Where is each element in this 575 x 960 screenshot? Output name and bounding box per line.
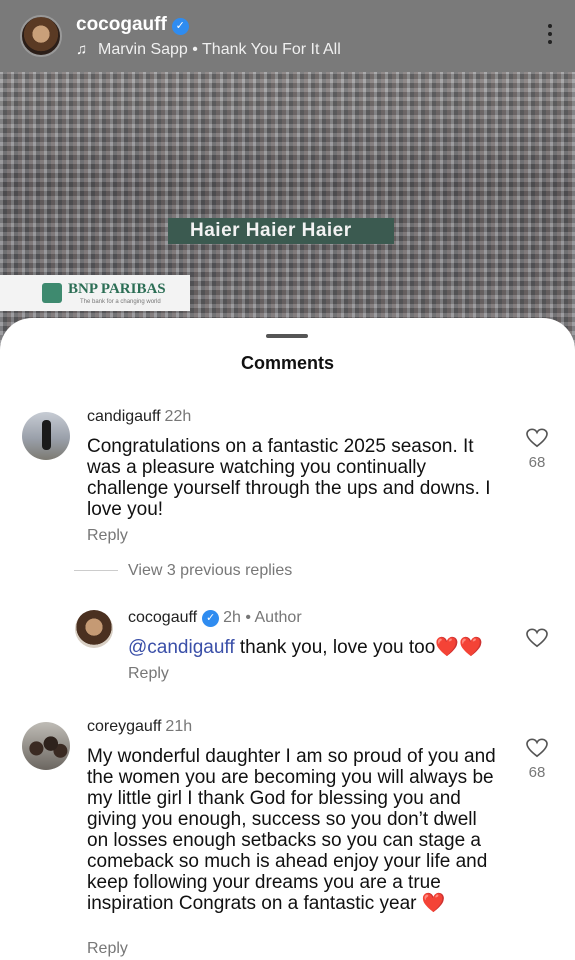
post-header: cocogauff ✓ ♫ Marvin Sapp • Thank You For … [0, 0, 575, 72]
heart-icon [526, 628, 548, 648]
avatar[interactable] [22, 412, 70, 460]
comments-sheet: Comments candigauff 22h Congratulations o… [0, 318, 575, 960]
comment-time: 21h [165, 718, 193, 735]
haier-banner: Haier Haier Haier [168, 218, 394, 244]
comment-username[interactable]: cocogauff [128, 609, 197, 626]
post-author-username[interactable]: cocogauff ✓ [76, 14, 189, 36]
comment-text: My wonderful daughter I am so proud of y… [87, 746, 497, 914]
reply-button[interactable]: Reply [128, 665, 169, 683]
avatar[interactable] [75, 610, 113, 648]
comment-text: Congratulations on a fantastic 2025 seas… [87, 436, 491, 520]
like-count: 68 [528, 454, 546, 471]
bnp-paribas-banner: BNP PARIBAS The bank for a changing worl… [0, 275, 190, 311]
mention-link[interactable]: @candigauff [128, 637, 235, 658]
reply-text: thank you, love you too [234, 637, 436, 658]
heart-icon [526, 738, 548, 758]
comment-body: My wonderful daughter I am so proud of y… [87, 746, 496, 914]
replies-divider [74, 570, 118, 572]
post-music-link[interactable]: ♫ Marvin Sapp • Thank You For It All [76, 41, 341, 59]
heart-emoji: ❤️ [421, 893, 446, 914]
music-note-icon: ♫ [76, 41, 88, 58]
like-button[interactable]: 68 [522, 428, 552, 471]
post-author-avatar[interactable] [20, 15, 62, 57]
author-label: • Author [245, 609, 302, 626]
comment-header: cocogauff ✓ 2h • Author [128, 609, 302, 627]
view-replies-label: View 3 previous replies [128, 562, 293, 579]
verified-badge-icon: ✓ [202, 610, 220, 627]
avatar[interactable] [22, 722, 70, 770]
more-vertical-icon[interactable] [547, 24, 553, 48]
reply-button[interactable]: Reply [87, 940, 128, 958]
comment-username[interactable]: coreygauff [87, 718, 161, 735]
comments-title: Comments [240, 353, 334, 373]
comment-header: coreygauff 21h [87, 718, 192, 736]
like-button[interactable] [522, 628, 552, 648]
like-count: 68 [528, 764, 546, 781]
comment-time: 22h [164, 408, 192, 425]
sheet-drag-handle[interactable] [266, 334, 308, 338]
music-title: Marvin Sapp • Thank You For It All [98, 41, 341, 58]
heart-emoji: ❤️❤️ [435, 637, 483, 658]
comment-header: candigauff 22h [87, 408, 191, 426]
post-username-text: cocogauff [76, 14, 167, 35]
comment-text: @candigauff thank you, love you too❤️❤️ [128, 637, 518, 658]
reply-button[interactable]: Reply [87, 527, 128, 545]
verified-badge-icon: ✓ [171, 18, 189, 35]
heart-icon [526, 428, 548, 448]
bnp-banner-subtext: The bank for a changing world [80, 299, 161, 305]
bnp-banner-text: BNP PARIBAS [68, 281, 166, 297]
bnp-logo-icon [42, 283, 62, 303]
comment-username[interactable]: candigauff [87, 408, 161, 425]
view-previous-replies[interactable]: View 3 previous replies [74, 562, 292, 580]
comment-time: 2h [223, 609, 241, 626]
like-button[interactable]: 68 [522, 738, 552, 781]
